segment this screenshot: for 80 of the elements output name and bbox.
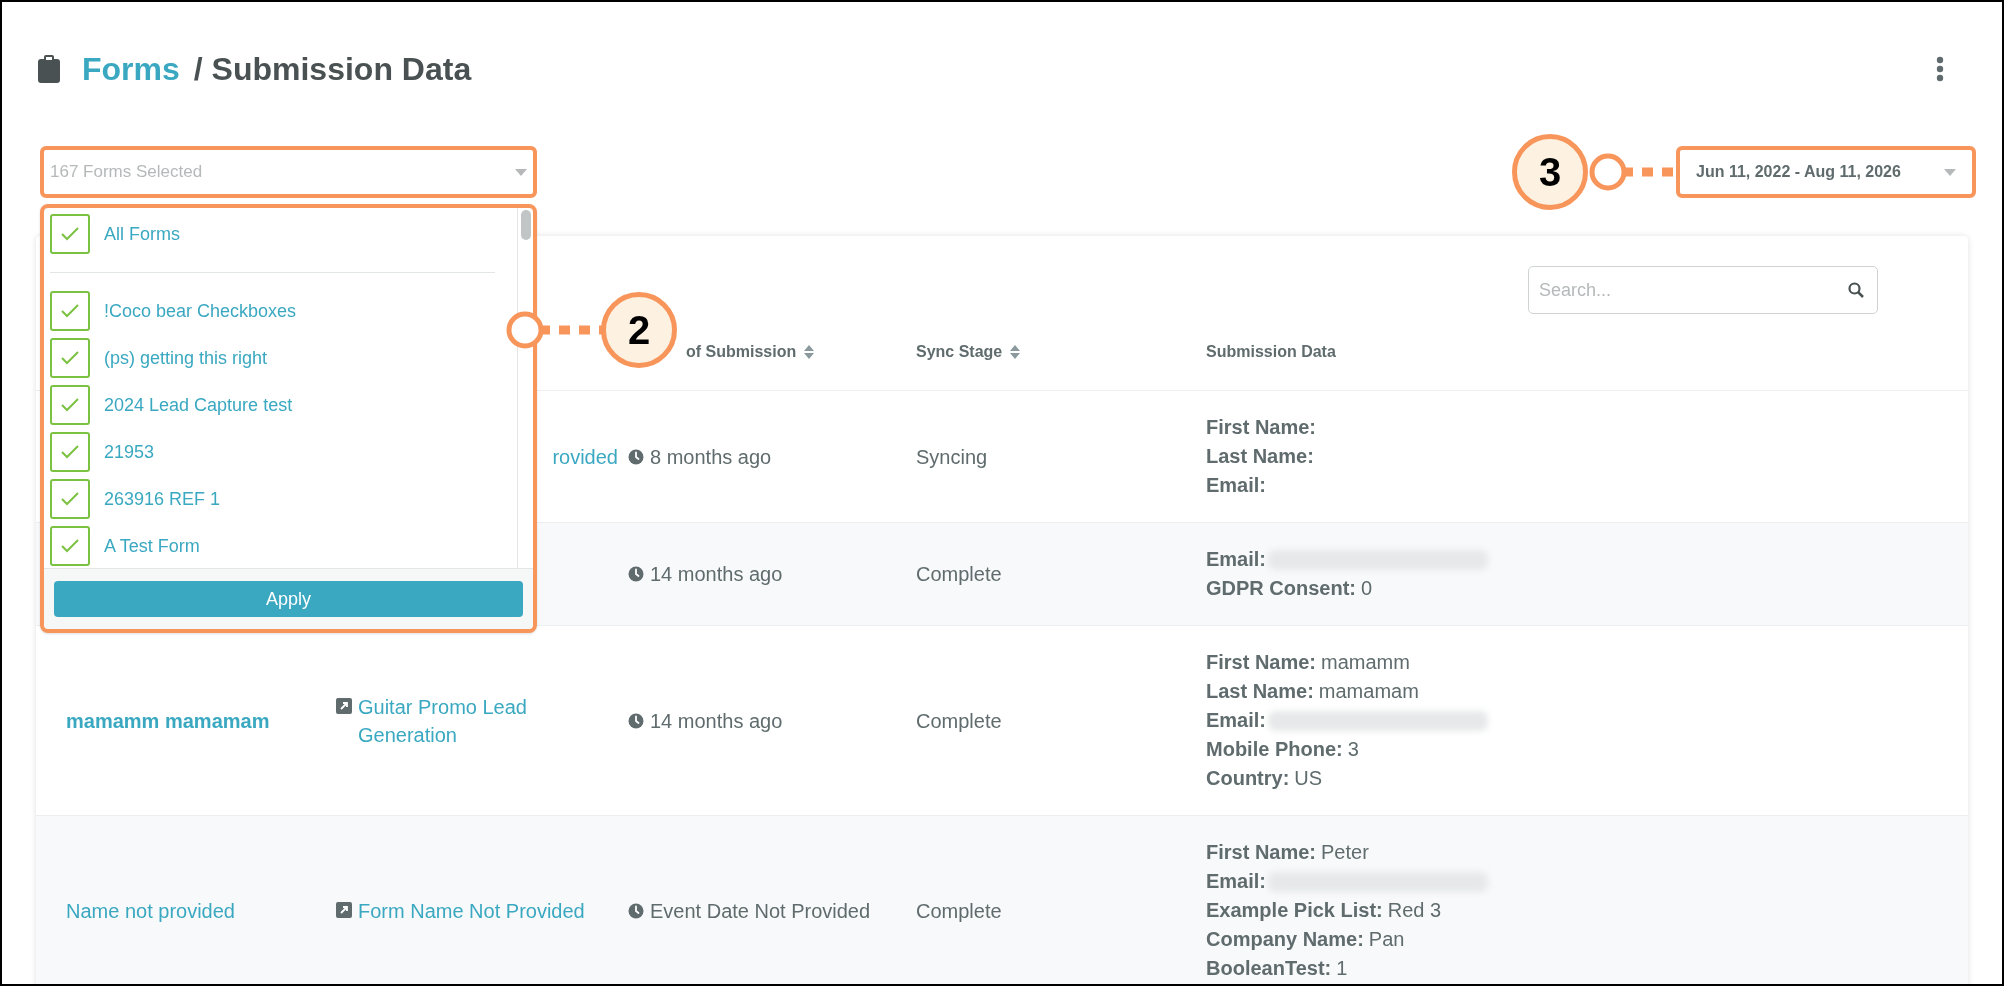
option-label[interactable]: 263916 REF 1 <box>104 485 221 513</box>
field-value: Peter <box>1321 840 1369 865</box>
field-label: BooleanTest: <box>1206 956 1332 981</box>
checkbox[interactable] <box>50 432 90 472</box>
checkbox[interactable] <box>50 291 90 331</box>
submission-time: 14 months ago <box>650 708 783 734</box>
option-label[interactable]: 21953 <box>104 438 155 466</box>
page-title: / Submission Data <box>193 50 472 89</box>
field-label: Email: <box>1206 547 1267 572</box>
field-value: 3 <box>1347 737 1359 762</box>
field-label: Company Name: <box>1206 927 1364 952</box>
search-icon <box>1848 282 1864 298</box>
scrollbar-thumb[interactable] <box>520 210 531 240</box>
clock-icon <box>628 566 644 582</box>
forms-select[interactable]: 167 Forms Selected <box>40 146 537 198</box>
contact-name-link[interactable]: mamamm mamamam <box>66 709 270 732</box>
form-name-link[interactable]: Guitar Promo Lead Generation <box>358 692 618 749</box>
contact-name-link[interactable]: Name not provided <box>66 899 235 922</box>
submission-time: 14 months ago <box>650 562 783 587</box>
field-value: Pan <box>1368 927 1405 952</box>
column-header: Submission Data <box>1206 342 1336 362</box>
column-header[interactable]: Sync Stage <box>916 340 1003 364</box>
search-field[interactable]: Search... <box>1528 266 1878 314</box>
check-icon <box>61 304 79 318</box>
field-value: Red 3 <box>1387 898 1442 923</box>
submission-time: 8 months ago <box>650 444 772 470</box>
option-label[interactable]: All Forms <box>104 220 180 248</box>
clock-icon <box>628 902 644 919</box>
apply-button[interactable]: Apply <box>54 581 523 617</box>
clock-icon <box>628 712 644 729</box>
caret-icon <box>515 168 527 176</box>
sync-stage: Complete <box>916 709 1002 732</box>
field-label: GDPR Consent: <box>1206 576 1356 601</box>
field-value: US <box>1294 766 1323 791</box>
check-icon <box>61 351 79 365</box>
checkbox[interactable] <box>50 338 90 378</box>
check-icon <box>61 227 79 241</box>
form-name-link[interactable]: rovided <box>552 442 618 471</box>
field-label: Last Name: <box>1206 444 1314 469</box>
field-label: First Name: <box>1206 415 1317 440</box>
sync-stage: Complete <box>916 563 1002 585</box>
field-label: First Name: <box>1206 840 1317 865</box>
field-label: Example Pick List: <box>1206 898 1383 923</box>
field-value: mamamm <box>1321 650 1410 675</box>
sync-stage: Syncing <box>916 445 988 468</box>
kebab-menu-icon[interactable] <box>1936 56 1944 82</box>
check-icon <box>61 492 79 506</box>
field-label: Mobile Phone: <box>1206 737 1343 762</box>
field-value: mamamam <box>1318 679 1419 704</box>
field-label: Last Name: <box>1206 679 1314 704</box>
checkbox[interactable] <box>50 479 90 519</box>
option-label[interactable]: 2024 Lead Capture test <box>104 391 293 419</box>
sort-icon[interactable] <box>1010 345 1021 359</box>
checkbox[interactable] <box>50 385 90 425</box>
clipboard-icon <box>38 55 60 83</box>
check-icon <box>61 445 79 459</box>
field-label: First Name: <box>1206 650 1317 675</box>
sort-icon[interactable] <box>804 345 815 359</box>
field-label: Country: <box>1206 766 1290 791</box>
option-label[interactable]: !Coco bear Checkboxes <box>104 297 297 325</box>
field-label: Email: <box>1206 708 1267 733</box>
clock-icon <box>628 448 644 465</box>
callout-badge: 3 <box>1512 134 1588 210</box>
check-icon <box>61 398 79 412</box>
breadcrumb-link[interactable]: Forms <box>82 45 180 93</box>
submission-time: Event Date Not Provided <box>650 898 871 924</box>
check-icon <box>61 539 79 553</box>
field-label: Email: <box>1206 869 1267 894</box>
field-value: 0 <box>1361 576 1373 601</box>
option-label[interactable]: (ps) getting this right <box>104 344 268 372</box>
date-range-select[interactable]: Jun 11, 2022 - Aug 11, 2026 <box>1676 146 1976 198</box>
form-name-link[interactable]: Form Name Not Provided <box>358 896 585 925</box>
caret-icon <box>1944 168 1956 176</box>
option-label[interactable]: A Test Form <box>104 532 200 560</box>
column-header[interactable]: of Submission <box>686 340 797 364</box>
sync-stage: Complete <box>916 899 1002 922</box>
checkbox[interactable] <box>50 214 90 254</box>
field-label: Email: <box>1206 473 1267 498</box>
checkbox[interactable] <box>50 526 90 566</box>
field-value: 1 <box>1336 956 1348 981</box>
